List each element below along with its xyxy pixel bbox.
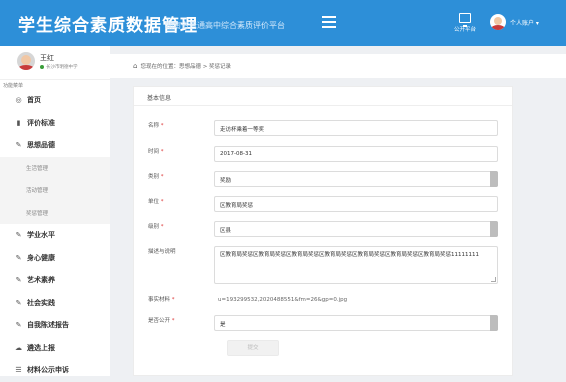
sidebar: 王红 长沙市明德中学 功能菜单 ◎ 首页 ▮ 评价标准 ✎ 思想品德 生活管理 … — [0, 46, 110, 376]
app-subtitle: 湖南省普通高中综合素质评价平台 — [165, 21, 285, 30]
edit-icon: ✎ — [15, 276, 22, 285]
dashboard-icon: ◎ — [15, 96, 22, 105]
sidebar-item-material-publicity[interactable]: ☰ 材料公示申诉 — [0, 359, 110, 382]
sidebar-item-label: 首页 — [27, 96, 41, 105]
account-avatar — [490, 14, 506, 30]
sidebar-item-label: 社会实践 — [27, 298, 55, 307]
breadcrumb-text: 您现在的位置：思想品德 > 奖惩记录 — [140, 64, 232, 70]
sidebar-item-label: 材料公示申诉 — [27, 366, 69, 375]
description-value: 区教育局奖惩区教育局奖惩区教育局奖惩区教育局奖惩区教育局奖惩区教育局奖惩区教育局… — [220, 252, 479, 258]
level-select[interactable]: 区县 — [214, 221, 498, 237]
sidebar-item-label: 评价标准 — [27, 118, 55, 127]
sidebar-item-label: 学业水平 — [27, 231, 55, 240]
edit-icon: ✎ — [15, 141, 22, 150]
menu-header: 功能菜单 — [3, 83, 24, 89]
sidebar-item-academic-level[interactable]: ✎ 学业水平 — [0, 224, 110, 247]
time-label: 时间 * — [148, 149, 164, 155]
public-select-value: 是 — [220, 322, 226, 328]
sidebar-item-moral-character[interactable]: ✎ 思想品德 — [0, 134, 110, 157]
cloud-upload-icon: ☁ — [15, 343, 22, 352]
sidebar-item-art-literacy[interactable]: ✎ 艺术素养 — [0, 269, 110, 292]
edit-icon: ✎ — [15, 321, 22, 330]
level-select-value: 区县 — [220, 228, 232, 234]
sidebar-item-home[interactable]: ◎ 首页 — [0, 89, 110, 112]
user-name: 王红 — [40, 54, 54, 62]
sidebar-item-label: 自我陈述报告 — [27, 321, 69, 330]
book-icon: ▮ — [16, 118, 21, 127]
home-icon[interactable]: ⌂ — [133, 62, 137, 70]
sidebar-item-selection-report[interactable]: ☁ 遴选上报 — [0, 337, 110, 360]
time-field[interactable]: 2017-08-31 — [214, 146, 498, 162]
hamburger-icon[interactable] — [322, 16, 336, 28]
resize-grip-icon[interactable] — [491, 277, 496, 282]
avatar — [17, 52, 35, 70]
account-label: 个人账户 ▾ — [510, 19, 539, 27]
sidebar-item-physical-mental-health[interactable]: ✎ 身心健康 — [0, 247, 110, 270]
list-icon: ☰ — [15, 366, 22, 375]
online-status-dot-icon — [40, 64, 44, 69]
form-panel: 基本信息 名称 * 走访杯乘着一等奖 时间 * 2017-08-31 类别 * … — [133, 86, 513, 376]
dropdown-arrow-icon — [490, 221, 498, 237]
unit-field[interactable]: 区教育局奖惩 — [214, 196, 498, 212]
public-select[interactable]: 是 — [214, 315, 498, 331]
name-label: 名称 * — [148, 123, 164, 129]
public-platform-button[interactable]: 公开平台 — [450, 13, 480, 33]
sidebar-subitem-life-management[interactable]: 生活管理 — [0, 156, 110, 179]
sidebar-subitem-activity-management[interactable]: 活动管理 — [0, 179, 110, 202]
sidebar-item-label: 身心健康 — [27, 253, 55, 262]
dropdown-arrow-icon — [490, 171, 498, 187]
dropdown-arrow-icon — [490, 315, 498, 331]
top-header-bar: 学生综合素质数据管理 湖南省普通高中综合素质评价平台 公开平台 个人账户 ▾ — [0, 0, 566, 46]
user-school: 长沙市明德中学 — [40, 64, 78, 70]
category-select-value: 奖励 — [220, 178, 232, 184]
section-title: 基本信息 — [134, 87, 512, 106]
category-label: 类别 * — [148, 174, 164, 180]
user-profile: 王红 长沙市明德中学 — [0, 46, 110, 80]
level-label: 级别 * — [148, 224, 164, 230]
category-select[interactable]: 奖励 — [214, 171, 498, 187]
submit-button[interactable]: 提交 — [227, 340, 279, 356]
description-label: 描述与说明 — [148, 249, 176, 255]
edit-icon: ✎ — [15, 231, 22, 240]
evidence-label: 事实材料 * — [148, 297, 175, 303]
sidebar-item-label: 思想品德 — [27, 141, 55, 150]
sidebar-item-social-practice[interactable]: ✎ 社会实践 — [0, 292, 110, 315]
sidebar-item-label: 艺术素养 — [27, 276, 55, 285]
edit-icon: ✎ — [15, 298, 22, 307]
account-menu[interactable]: 个人账户 ▾ — [490, 14, 539, 30]
sidebar-item-evaluation-standards[interactable]: ▮ 评价标准 — [0, 112, 110, 135]
breadcrumb: ⌂ 您现在的位置：思想品德 > 奖惩记录 — [110, 54, 566, 78]
edit-icon: ✎ — [15, 253, 22, 262]
monitor-icon — [459, 13, 471, 27]
unit-label: 单位 * — [148, 199, 164, 205]
name-field[interactable]: 走访杯乘着一等奖 — [214, 120, 498, 136]
sidebar-item-label: 遴选上报 — [27, 343, 55, 352]
sidebar-item-self-statement[interactable]: ✎ 自我陈述报告 — [0, 314, 110, 337]
public-label: 是否公开 * — [148, 318, 175, 324]
user-school-label: 长沙市明德中学 — [46, 65, 78, 70]
description-textarea[interactable]: 区教育局奖惩区教育局奖惩区教育局奖惩区教育局奖惩区教育局奖惩区教育局奖惩区教育局… — [214, 246, 498, 284]
sidebar-subitem-rewards-management[interactable]: 奖惩管理 — [0, 201, 110, 224]
evidence-file-link[interactable]: u=193299532,2020488551&fm=26&gp=0.jpg — [218, 297, 347, 303]
